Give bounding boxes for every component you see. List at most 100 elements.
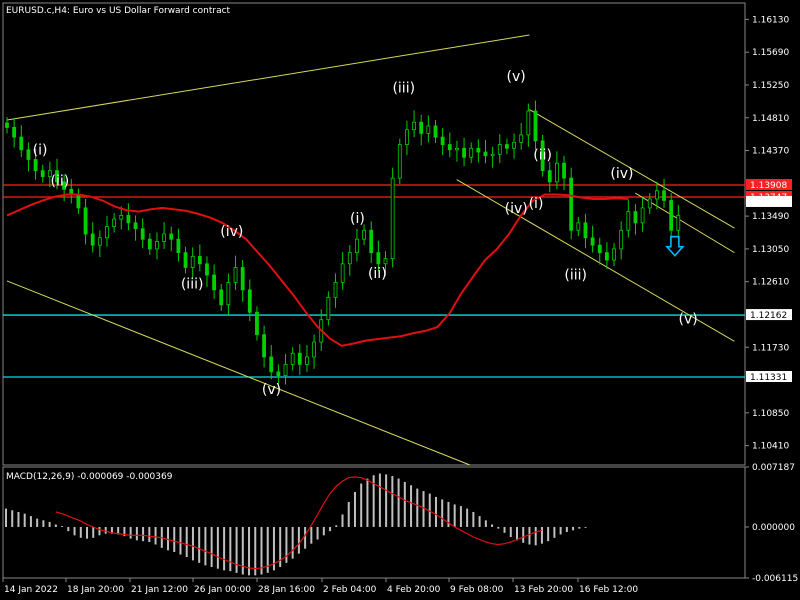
candle-body [119, 214, 124, 220]
candle-body [555, 162, 559, 183]
candle-body [76, 194, 81, 209]
candle-body [19, 136, 24, 151]
x-tick-label: 13 Feb 20:00 [514, 585, 573, 595]
y-tick-label: 1.13050 [752, 245, 789, 255]
x-tick-label: 9 Feb 08:00 [450, 585, 504, 595]
candle-body [562, 162, 566, 179]
candle-body [547, 170, 552, 183]
candle-body [190, 255, 195, 268]
wave-label: (iv) [220, 224, 243, 240]
candle-body [390, 177, 395, 259]
candle-body [447, 144, 452, 151]
candle-body [126, 214, 131, 224]
candle-body [226, 282, 231, 306]
candle-body [440, 136, 445, 145]
down-arrow-icon [665, 235, 685, 257]
macd-signal-line [55, 476, 543, 570]
candle-body [397, 144, 402, 179]
moving-average-line [6, 193, 629, 347]
y-tick-label: 1.13490 [752, 212, 789, 222]
candle-body [412, 121, 416, 131]
candle-body [197, 255, 202, 265]
candle-body [283, 364, 288, 376]
candle-body [233, 267, 238, 283]
wave-label: (iv) [505, 201, 528, 217]
x-tick-label: 16 Feb 12:00 [579, 585, 638, 595]
candle-body [619, 229, 624, 250]
candle-body [604, 252, 609, 261]
candle-body [112, 218, 117, 227]
candle-body [483, 151, 488, 157]
x-tick-label: 18 Jan 20:00 [67, 585, 124, 595]
y-tick-label: 1.15690 [752, 48, 789, 58]
candle-body [40, 170, 45, 178]
candle-body [526, 110, 531, 136]
candle-body [662, 190, 666, 201]
candle-body [640, 207, 645, 224]
wave-label: (ii) [51, 174, 70, 190]
candle-body [426, 125, 431, 134]
x-tick-label: 26 Jan 00:00 [194, 585, 251, 595]
candle-body [490, 153, 495, 157]
wave-label: (iii) [392, 80, 415, 96]
wave-label: (ii) [368, 266, 387, 282]
candle-body [290, 352, 295, 365]
candle-body [512, 141, 516, 149]
candle-body [205, 263, 209, 276]
y-tick-label: 1.14810 [752, 114, 789, 124]
candle-body [347, 252, 352, 265]
y-tick-label: 1.10410 [752, 442, 789, 452]
candle-body [312, 341, 316, 358]
wave-label: (iii) [181, 276, 204, 292]
candle-body [333, 282, 338, 298]
chart-stage: 1.16130 1.15690 1.15250 1.14810 1.14370 1.134… [0, 0, 800, 600]
candle-body [33, 159, 38, 172]
candle-body [219, 289, 224, 306]
candle-body [269, 356, 274, 373]
wave-label: (v) [262, 382, 281, 398]
candle-body [176, 238, 181, 254]
candle-body [240, 267, 245, 291]
candle-body [305, 356, 309, 365]
candle-body [105, 226, 109, 239]
candle-body [247, 289, 252, 313]
y-tick-label: 1.16130 [752, 15, 789, 25]
candle-body [83, 207, 88, 235]
wave-label: (i) [529, 196, 544, 212]
candle-body [90, 233, 95, 246]
candle-body [455, 147, 459, 151]
candle-body [583, 222, 588, 239]
price-level-tag-label: 1.11331 [750, 373, 787, 383]
candle-body [612, 248, 616, 261]
candle-body [140, 228, 145, 240]
candle-body [576, 222, 581, 231]
price-plot-frame [2, 2, 746, 466]
candle-body [326, 296, 331, 321]
candle-body [505, 144, 509, 149]
x-tick-label: 2 Feb 04:00 [323, 585, 377, 595]
price-level-tag-label: 1.13908 [750, 181, 787, 191]
candle-body [162, 233, 167, 242]
candle-body [654, 190, 659, 200]
y-tick-label: 1.11730 [752, 343, 789, 353]
candle-body [369, 229, 374, 254]
y-tick-label: 1.10850 [752, 409, 789, 419]
candle-body [519, 134, 524, 143]
macd-y-tick-label: 0.007187 [752, 463, 795, 473]
candle-body [376, 252, 381, 265]
candle-body [12, 127, 17, 138]
candle-body [147, 238, 152, 250]
candle-body [626, 211, 631, 231]
candle-body [297, 352, 302, 365]
candle-body [212, 274, 217, 291]
candle-body [497, 144, 502, 155]
candle-body [676, 214, 681, 231]
y-tick-label: 1.12610 [752, 278, 789, 288]
candle-body [183, 252, 188, 268]
x-tick-label: 21 Jan 12:00 [131, 585, 188, 595]
price-chart-svg[interactable]: 1.16130 1.15690 1.15250 1.14810 1.14370 1.134… [0, 0, 800, 600]
candle-body [26, 149, 31, 160]
wave-label: (i) [350, 211, 365, 227]
trendline [6, 280, 471, 466]
candle-body [276, 371, 281, 376]
